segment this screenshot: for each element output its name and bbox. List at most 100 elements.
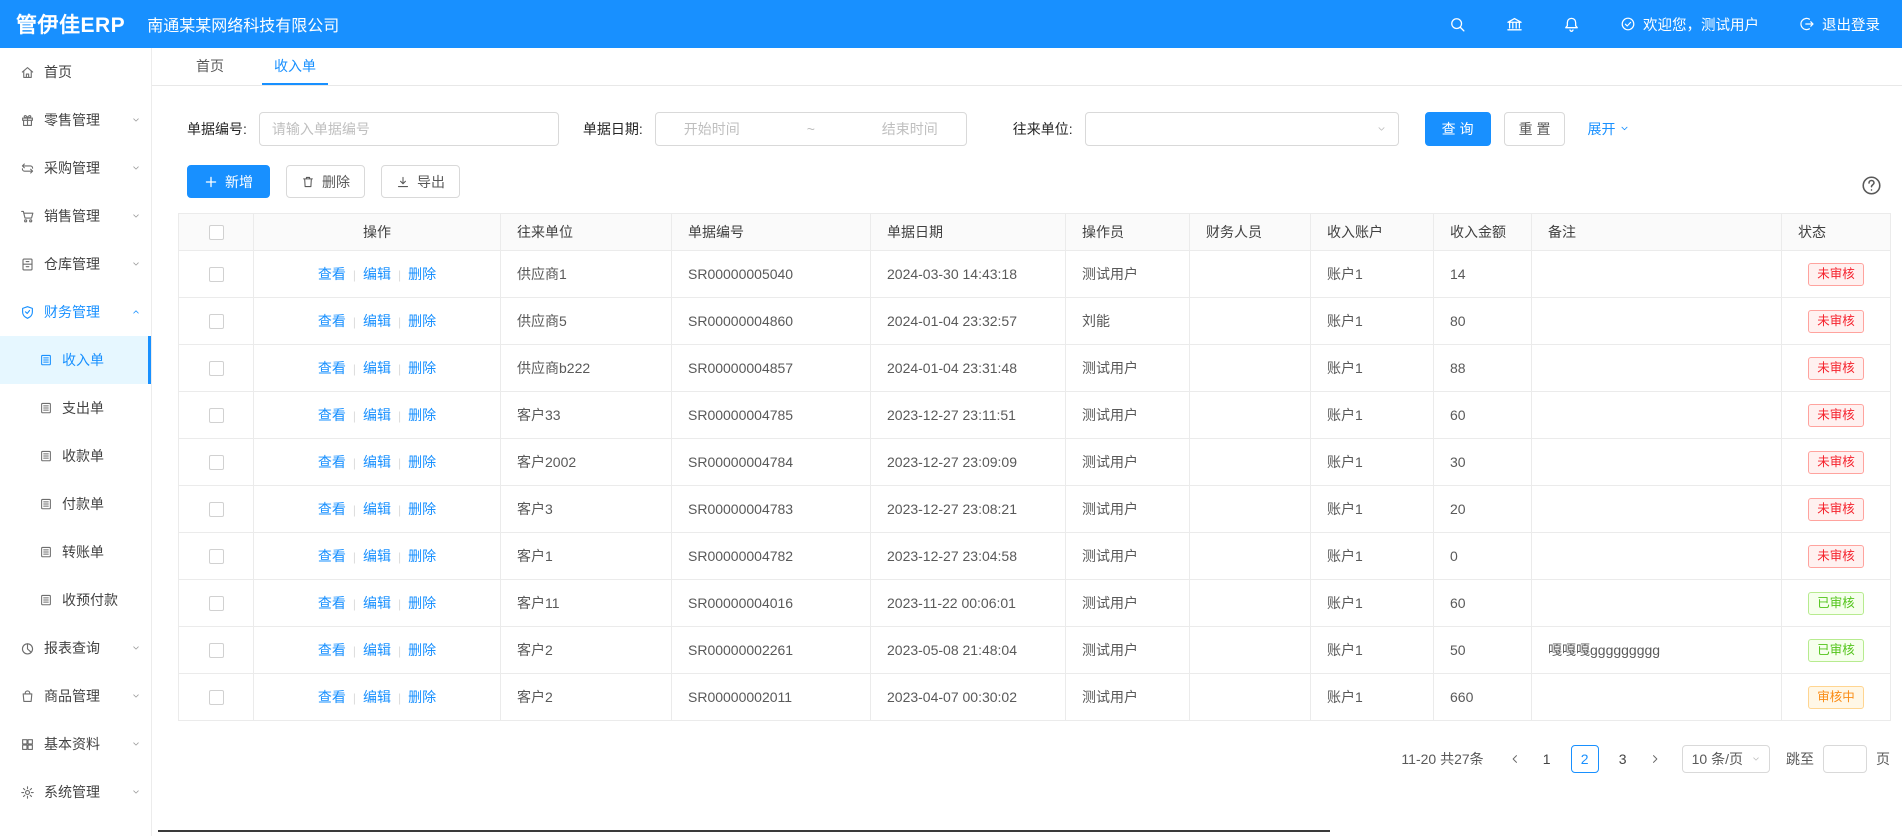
row-checkbox[interactable] — [209, 690, 224, 705]
view-link[interactable]: 查看 — [318, 642, 346, 658]
edit-link[interactable]: 编辑 — [363, 266, 391, 282]
logout-button[interactable]: 退出登录 — [1799, 14, 1880, 35]
sidebar-item-transfer-bill[interactable]: 转账单 — [0, 528, 151, 576]
tab-income-bill[interactable]: 收入单 — [262, 48, 328, 85]
row-checkbox[interactable] — [209, 314, 224, 329]
delete-link[interactable]: 删除 — [408, 266, 436, 282]
cell-partner: 客户11 — [501, 580, 672, 627]
view-link[interactable]: 查看 — [318, 548, 346, 564]
sidebar-item-system[interactable]: 系统管理 — [0, 768, 151, 816]
sidebar-item-purchase[interactable]: 采购管理 — [0, 144, 151, 192]
jump-to-input[interactable] — [1823, 745, 1867, 773]
delete-link[interactable]: 删除 — [408, 313, 436, 329]
sidebar-item-advance-receipt[interactable]: 收预付款 — [0, 576, 151, 624]
cell-operator: 测试用户 — [1066, 674, 1190, 721]
edit-link[interactable]: 编辑 — [363, 454, 391, 470]
row-actions-cell: 查看|编辑|删除 — [254, 345, 501, 392]
sidebar-item-income-bill[interactable]: 收入单 — [0, 336, 151, 384]
view-link[interactable]: 查看 — [318, 689, 346, 705]
sidebar-item-home[interactable]: 首页 — [0, 48, 151, 96]
row-checkbox[interactable] — [209, 267, 224, 282]
sidebar-item-sales[interactable]: 销售管理 — [0, 192, 151, 240]
row-checkbox[interactable] — [209, 455, 224, 470]
cell-bill-date: 2023-12-27 23:11:51 — [871, 392, 1066, 439]
cell-operator: 测试用户 — [1066, 345, 1190, 392]
row-checkbox[interactable] — [209, 361, 224, 376]
view-link[interactable]: 查看 — [318, 501, 346, 517]
view-link[interactable]: 查看 — [318, 266, 346, 282]
row-actions-cell: 查看|编辑|删除 — [254, 251, 501, 298]
edit-link[interactable]: 编辑 — [363, 548, 391, 564]
date-range-picker[interactable]: 开始时间 ~ 结束时间 — [655, 112, 967, 146]
edit-link[interactable]: 编辑 — [363, 360, 391, 376]
reset-button[interactable]: 重 置 — [1504, 112, 1566, 146]
column-header-0: 操作 — [254, 214, 501, 251]
view-link[interactable]: 查看 — [318, 313, 346, 329]
cell-finance-staff — [1190, 392, 1311, 439]
edit-link[interactable]: 编辑 — [363, 407, 391, 423]
delete-link[interactable]: 删除 — [408, 595, 436, 611]
search-button[interactable]: 查 询 — [1425, 112, 1491, 146]
expand-link[interactable]: 展开 — [1587, 119, 1630, 139]
page-size-select[interactable]: 10 条/页 — [1682, 745, 1770, 773]
sidebar-item-finance[interactable]: 财务管理 — [0, 288, 151, 336]
row-checkbox[interactable] — [209, 643, 224, 658]
view-link[interactable]: 查看 — [318, 360, 346, 376]
bank-icon[interactable] — [1506, 16, 1523, 33]
bell-icon[interactable] — [1563, 16, 1580, 33]
edit-link[interactable]: 编辑 — [363, 501, 391, 517]
sidebar-item-receipt-bill[interactable]: 收款单 — [0, 432, 151, 480]
view-link[interactable]: 查看 — [318, 595, 346, 611]
delete-link[interactable]: 删除 — [408, 689, 436, 705]
cell-finance-staff — [1190, 439, 1311, 486]
sidebar-item-expense-bill[interactable]: 支出单 — [0, 384, 151, 432]
delete-link[interactable]: 删除 — [408, 407, 436, 423]
sidebar-item-label: 基本资料 — [44, 734, 100, 754]
delete-link[interactable]: 删除 — [408, 642, 436, 658]
edit-link[interactable]: 编辑 — [363, 689, 391, 705]
delete-link[interactable]: 删除 — [408, 454, 436, 470]
export-button[interactable]: 导出 — [381, 165, 460, 198]
cell-operator: 测试用户 — [1066, 580, 1190, 627]
delete-button[interactable]: 删除 — [286, 165, 365, 198]
edit-link[interactable]: 编辑 — [363, 595, 391, 611]
top-header: 管伊佳ERP 南通某某网络科技有限公司 欢迎您，测试用户 退出登录 — [0, 0, 1902, 48]
sidebar-item-basic-data[interactable]: 基本资料 — [0, 720, 151, 768]
row-checkbox[interactable] — [209, 408, 224, 423]
sidebar-item-retail[interactable]: 零售管理 — [0, 96, 151, 144]
delete-link[interactable]: 删除 — [408, 501, 436, 517]
prev-page-button[interactable] — [1502, 745, 1528, 773]
search-icon[interactable] — [1449, 16, 1466, 33]
table-row: 查看|编辑|删除客户11SR000000040162023-11-22 00:0… — [179, 580, 1891, 627]
select-all-checkbox[interactable] — [209, 225, 224, 240]
sidebar-item-goods[interactable]: 商品管理 — [0, 672, 151, 720]
edit-link[interactable]: 编辑 — [363, 313, 391, 329]
delete-button-label: 删除 — [322, 172, 350, 192]
delete-link[interactable]: 删除 — [408, 548, 436, 564]
cell-account: 账户1 — [1311, 439, 1434, 486]
add-button[interactable]: 新增 — [187, 165, 270, 198]
view-link[interactable]: 查看 — [318, 454, 346, 470]
action-separator: | — [353, 503, 356, 517]
page-button-3[interactable]: 3 — [1609, 745, 1637, 773]
bill-no-input[interactable] — [259, 112, 559, 146]
row-checkbox[interactable] — [209, 549, 224, 564]
next-page-button[interactable] — [1642, 745, 1668, 773]
row-checkbox[interactable] — [209, 502, 224, 517]
row-checkbox[interactable] — [209, 596, 224, 611]
cell-account: 账户1 — [1311, 392, 1434, 439]
sidebar-item-payment-bill[interactable]: 付款单 — [0, 480, 151, 528]
tab-home[interactable]: 首页 — [184, 48, 236, 85]
sidebar-item-warehouse[interactable]: 仓库管理 — [0, 240, 151, 288]
sidebar-item-reports[interactable]: 报表查询 — [0, 624, 151, 672]
logout-icon — [1799, 16, 1815, 32]
edit-link[interactable]: 编辑 — [363, 642, 391, 658]
doc-icon — [39, 545, 53, 559]
partner-select[interactable] — [1085, 112, 1399, 146]
question-circle-icon[interactable] — [1861, 175, 1882, 196]
delete-link[interactable]: 删除 — [408, 360, 436, 376]
welcome-user[interactable]: 欢迎您，测试用户 — [1620, 14, 1759, 35]
page-button-2[interactable]: 2 — [1571, 745, 1599, 773]
page-button-1[interactable]: 1 — [1533, 745, 1561, 773]
view-link[interactable]: 查看 — [318, 407, 346, 423]
